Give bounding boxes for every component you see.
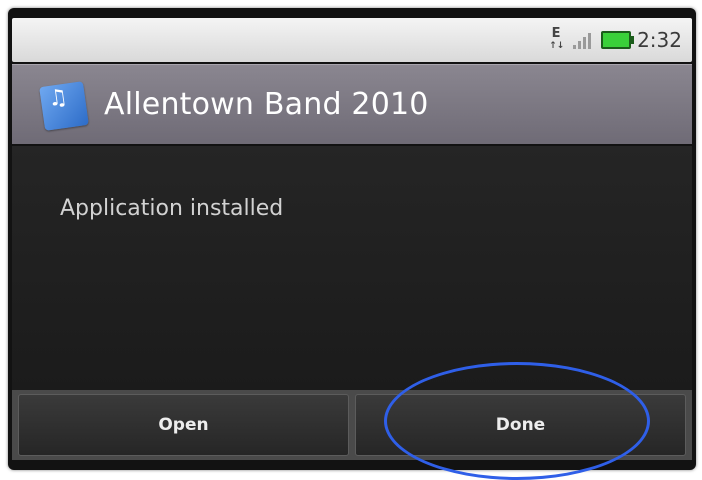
battery-icon [601, 31, 635, 49]
signal-icon [573, 31, 592, 49]
app-icon: ♫ [34, 78, 89, 132]
button-bar: Open Done [12, 390, 692, 460]
title-bar: ♫ Allentown Band 2010 [12, 64, 692, 144]
phone-screen: E ↑↓ 2:32 ♫ Allentown Band 2010 Applicat… [8, 8, 696, 470]
app-title: Allentown Band 2010 [104, 87, 429, 122]
done-button[interactable]: Done [355, 394, 686, 456]
network-arrows: ↑↓ [549, 41, 565, 51]
status-time: 2:32 [637, 28, 682, 52]
open-button[interactable]: Open [18, 394, 349, 456]
network-edge-icon: E ↑↓ [549, 26, 565, 52]
status-bar: E ↑↓ 2:32 [12, 18, 692, 62]
dialog-content: Application installed [12, 146, 692, 390]
install-message: Application installed [60, 196, 284, 221]
network-label: E [551, 26, 561, 41]
